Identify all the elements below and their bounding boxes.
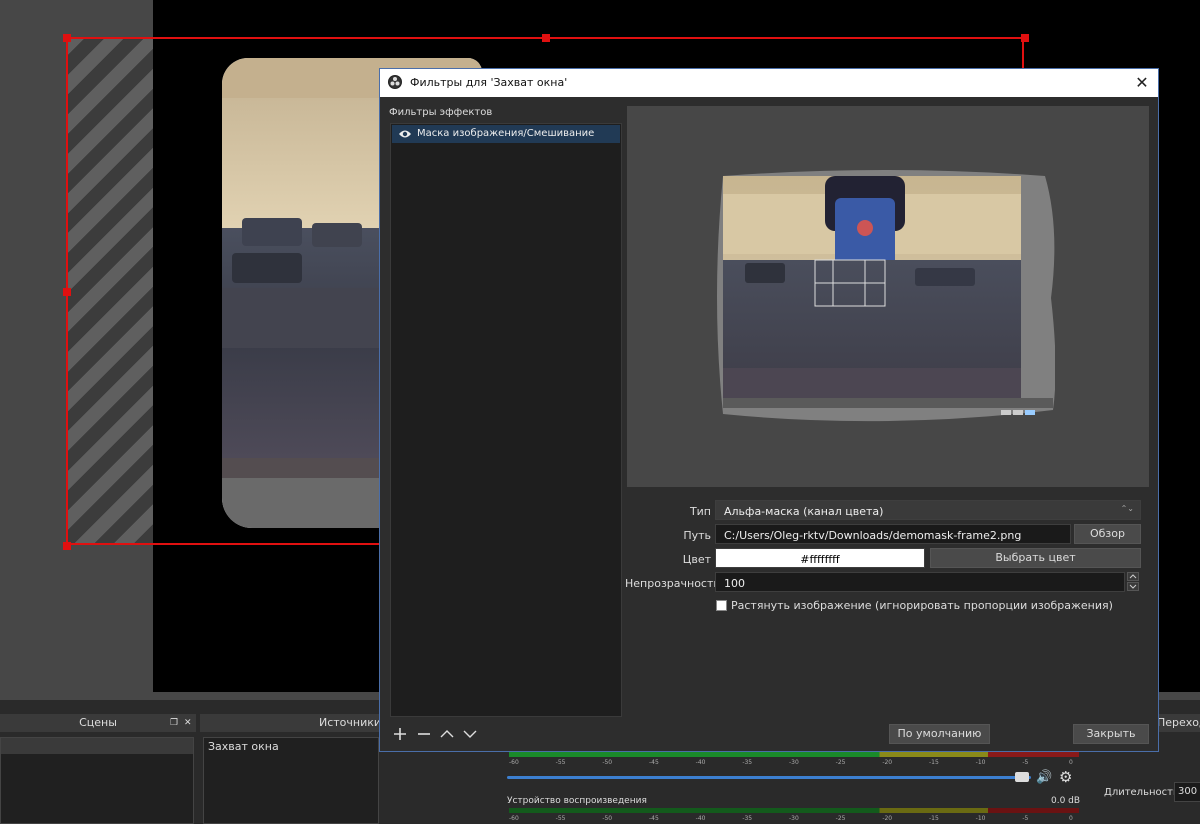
filter-item-label: Маска изображения/Смешивание: [417, 128, 595, 139]
close-dock-icon[interactable]: ✕: [184, 714, 192, 732]
resize-handle-top-left[interactable]: [63, 34, 71, 42]
meter-tick-label: -10: [975, 815, 986, 822]
meter-tick-label: -25: [835, 815, 846, 822]
duration-label: Длительность: [1104, 787, 1179, 798]
meter-tick-label: -60: [509, 759, 519, 766]
filter-preview: [627, 106, 1149, 487]
gear-icon[interactable]: ⚙: [1059, 768, 1072, 786]
float-dock-icon[interactable]: ❐: [170, 714, 178, 732]
move-down-button[interactable]: [460, 725, 480, 743]
audio-meter-top: [509, 752, 1079, 757]
stretch-checkbox-label[interactable]: Растянуть изображение (игнорировать проп…: [731, 599, 1113, 612]
sources-list[interactable]: Захват окна: [203, 737, 379, 824]
mixer-device-level: 0.0 dB: [1051, 796, 1081, 806]
color-label: Цвет: [682, 553, 711, 566]
effects-filters-label: Фильтры эффектов: [389, 107, 493, 118]
meter-scale-top: -60 -55 -50 -45 -40 -35 -30 -25 -20 -15 -10 -5 0: [509, 759, 1079, 767]
meter-tick-label: 0: [1069, 759, 1073, 766]
type-label: Тип: [689, 505, 711, 518]
close-button[interactable]: Закрыть: [1073, 724, 1149, 744]
meter-tick-label: -35: [742, 815, 753, 822]
defaults-button[interactable]: По умолчанию: [889, 724, 990, 744]
dialog-title: Фильтры для 'Захват окна': [410, 76, 568, 89]
filter-list-item[interactable]: Маска изображения/Смешивание: [392, 125, 620, 143]
meter-tick-label: -25: [835, 759, 846, 766]
speaker-icon[interactable]: 🔊: [1036, 770, 1052, 785]
type-select[interactable]: Альфа-маска (канал цвета) ⌃⌄: [715, 500, 1141, 520]
eye-icon[interactable]: [398, 128, 412, 140]
opacity-increment-button[interactable]: [1127, 572, 1139, 581]
meter-tick-label: -60: [509, 815, 519, 822]
stretch-checkbox[interactable]: [716, 600, 727, 611]
meter-tick-label: -50: [602, 815, 613, 822]
source-item[interactable]: Захват окна: [208, 740, 279, 753]
transitions-dock-title: Переходы: [1157, 716, 1200, 729]
resize-handle-top[interactable]: [542, 34, 550, 42]
volume-slider-track[interactable]: [507, 776, 1031, 779]
resize-handle-top-right[interactable]: [1021, 34, 1029, 42]
add-filter-button[interactable]: [390, 725, 410, 743]
chevron-updown-icon: ⌃⌄: [1120, 504, 1134, 513]
meter-tick-label: -30: [789, 759, 799, 766]
dialog-titlebar[interactable]: Фильтры для 'Захват окна' ✕: [380, 69, 1158, 97]
volume-slider-handle[interactable]: [1015, 772, 1029, 782]
meter-tick-label: -30: [789, 815, 799, 822]
sources-dock-title: Источники: [318, 716, 382, 729]
close-icon[interactable]: ✕: [1132, 73, 1152, 93]
scenes-dock-title: Сцены: [79, 716, 117, 729]
type-select-value: Альфа-маска (канал цвета): [724, 505, 884, 518]
resize-handle-left[interactable]: [63, 288, 71, 296]
move-up-button[interactable]: [437, 725, 457, 743]
scenes-list[interactable]: [0, 737, 194, 824]
meter-tick-label: -15: [929, 815, 939, 822]
path-label: Путь: [683, 529, 711, 542]
remove-filter-button[interactable]: [414, 725, 434, 743]
opacity-label: Непрозрачность: [625, 577, 720, 590]
audio-meter-bottom: [509, 808, 1079, 813]
pick-color-button[interactable]: Выбрать цвет: [930, 548, 1141, 568]
meter-tick-label: -5: [1022, 759, 1029, 766]
path-input[interactable]: C:/Users/Oleg-rktv/Downloads/demomask-fr…: [715, 524, 1071, 544]
color-value-swatch: #ffffffff: [715, 548, 925, 568]
meter-scale-bottom: -60 -55 -50 -45 -40 -35 -30 -25 -20 -15 -10 -5 0: [509, 815, 1079, 823]
meter-tick-label: -20: [882, 759, 893, 766]
browse-button[interactable]: Обзор: [1074, 524, 1141, 544]
meter-tick-label: -20: [882, 815, 893, 822]
meter-tick-label: -40: [695, 815, 706, 822]
opacity-input[interactable]: 100: [715, 572, 1125, 592]
audio-mixer: -60 -55 -50 -45 -40 -35 -30 -25 -20 -15 -10 -5 0 🔊 ⚙…: [503, 750, 1083, 824]
meter-tick-label: -35: [742, 759, 753, 766]
meter-tick-label: -5: [1022, 815, 1029, 822]
meter-tick-label: -40: [695, 759, 706, 766]
filter-preview-image: [715, 168, 1056, 423]
filters-dialog: Фильтры для 'Захват окна' ✕ Фильтры эффе…: [379, 68, 1159, 752]
resize-handle-bottom-left[interactable]: [63, 542, 71, 550]
meter-tick-label: 0: [1069, 815, 1073, 822]
meter-tick-label: -55: [555, 759, 566, 766]
meter-tick-label: -50: [602, 759, 613, 766]
meter-tick-label: -55: [555, 815, 566, 822]
obs-logo-icon: [388, 75, 402, 89]
duration-input[interactable]: 300: [1174, 782, 1200, 802]
transitions-dock-header: Переходы: [1153, 714, 1200, 732]
meter-tick-label: -15: [929, 759, 939, 766]
meter-tick-label: -10: [975, 759, 986, 766]
meter-tick-label: -45: [649, 815, 659, 822]
mixer-device-label: Устройство воспроизведения: [507, 796, 647, 806]
scenes-dock-header: Сцены ❐ ✕: [0, 714, 196, 732]
meter-tick-label: -45: [649, 759, 659, 766]
effects-filter-list[interactable]: Маска изображения/Смешивание: [390, 123, 622, 717]
opacity-decrement-button[interactable]: [1127, 582, 1139, 591]
scene-row-selected[interactable]: [1, 738, 193, 754]
